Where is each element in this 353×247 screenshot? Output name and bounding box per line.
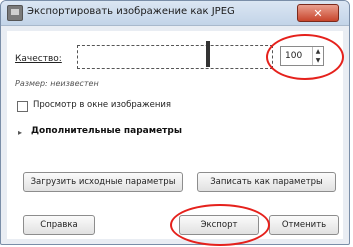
- annotation-ellipse-export: [170, 204, 270, 246]
- quality-label: Качество:: [15, 54, 62, 64]
- preview-checkbox-label[interactable]: Просмотр в окне изображения: [33, 100, 171, 110]
- annotation-ellipse-quality: [266, 34, 344, 80]
- load-defaults-button[interactable]: Загрузить исходные параметры: [23, 172, 183, 192]
- expander-arrow-icon[interactable]: ▸: [18, 128, 22, 137]
- quality-slider-handle[interactable]: [206, 41, 210, 67]
- window-title: Экспортировать изображение как JPEG: [27, 6, 235, 17]
- preview-checkbox[interactable]: [17, 101, 28, 112]
- save-defaults-button[interactable]: Записать как параметры: [197, 172, 336, 192]
- close-button[interactable]: ✕: [297, 4, 339, 22]
- advanced-options-expander[interactable]: Дополнительные параметры: [31, 126, 182, 136]
- help-button[interactable]: Справка: [23, 215, 95, 235]
- file-size-label: Размер: неизвестен: [15, 79, 99, 88]
- app-icon: [7, 5, 23, 21]
- titlebar: Экспортировать изображение как JPEG ✕: [1, 1, 349, 26]
- cancel-button[interactable]: Отменить: [269, 215, 339, 235]
- quality-slider[interactable]: [77, 45, 273, 69]
